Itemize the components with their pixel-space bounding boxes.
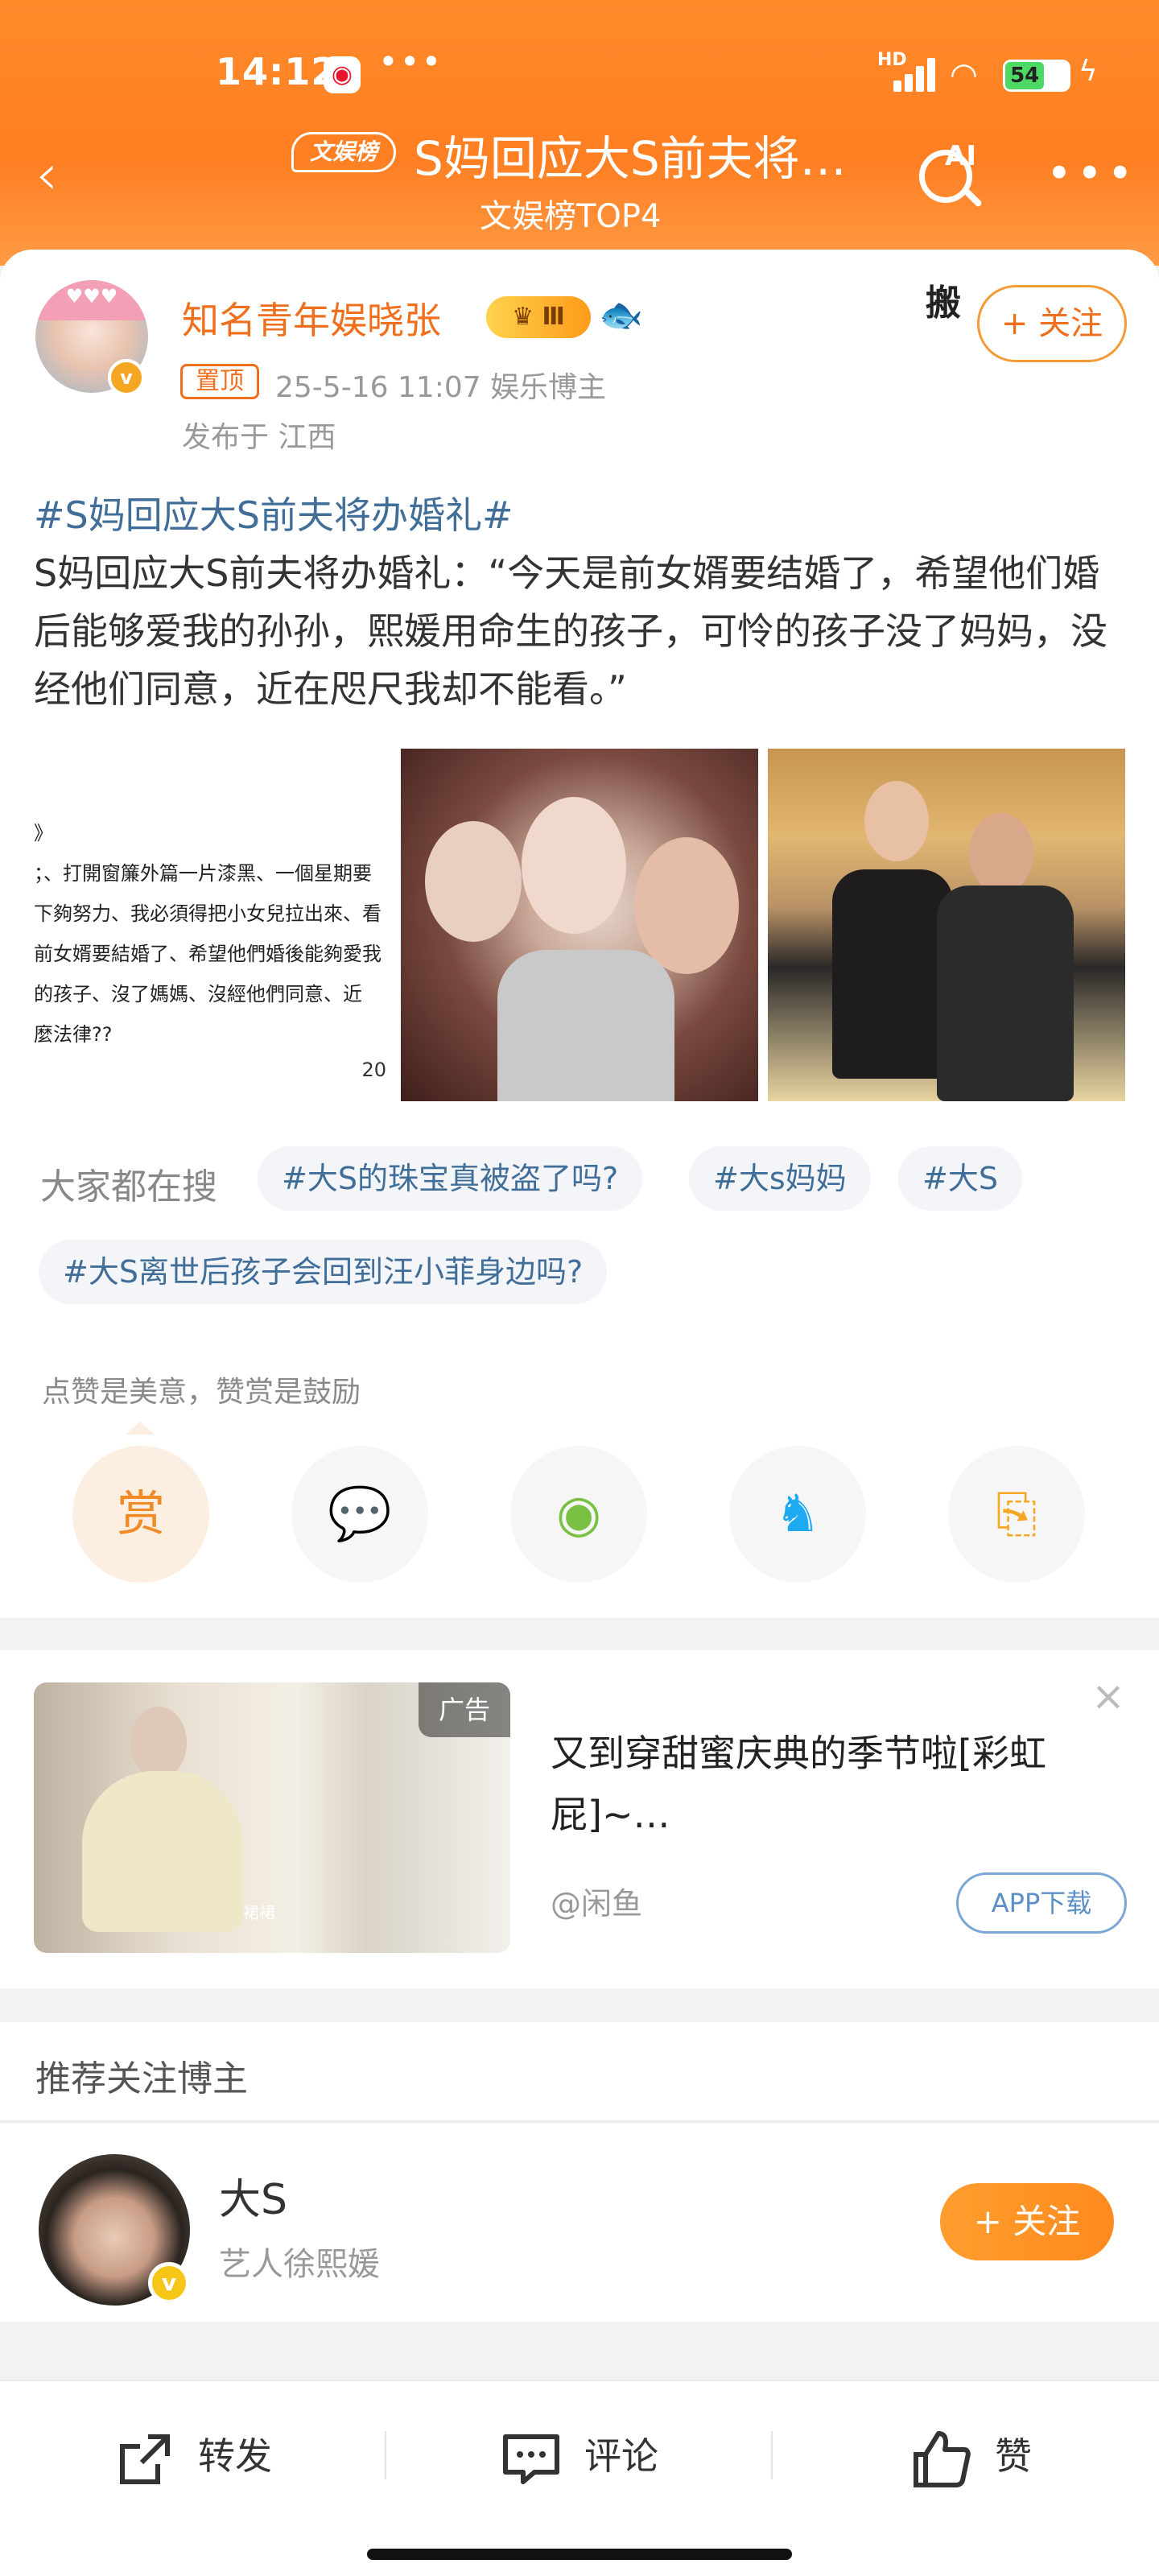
post-body: S妈回应大S前夫将办婚礼：“今天是前女婿要结婚了，希望他们婚后能够爱我的孙孙，熙… xyxy=(34,551,1107,711)
post-image-two-women[interactable] xyxy=(768,749,1125,1101)
like-button[interactable]: 赞 xyxy=(909,2420,1032,2492)
thumbs-up-icon xyxy=(914,2430,971,2487)
recommend-title: 推荐关注博主 xyxy=(35,2058,248,2099)
hot-search-item[interactable]: #大S离世后孩子会回到汪小菲身边吗? xyxy=(39,1240,608,1304)
recommend-follow-button[interactable]: + 关注 xyxy=(940,2183,1114,2260)
post-image-selfie[interactable] xyxy=(401,749,758,1101)
post-meta: 25-5-16 11:07 娱乐博主 xyxy=(275,371,607,404)
hot-search-item[interactable]: #大s妈妈 xyxy=(689,1146,871,1211)
app-download-button[interactable]: APP下载 xyxy=(956,1872,1127,1934)
ranking-tag: 文娱榜 xyxy=(291,132,396,172)
hint-pointer xyxy=(126,1422,155,1435)
verified-icon: v xyxy=(148,2262,190,2304)
hot-search-label: 大家都在搜 xyxy=(40,1166,217,1208)
vip-crown-badge: ♛ Ⅲ xyxy=(486,296,591,338)
hot-search-item[interactable]: #大S xyxy=(898,1146,1022,1211)
ad-image-caption: 裙裙 xyxy=(243,1903,275,1922)
wechat-icon[interactable]: 💬 xyxy=(291,1446,428,1583)
charging-icon: ϟ xyxy=(1079,55,1098,88)
pinned-badge: 置顶 xyxy=(180,364,259,399)
moments-icon[interactable]: ◉ xyxy=(510,1446,647,1583)
post-image-text-screenshot[interactable]: 》 ；、打開窗簾外篇一片漆黑、一個星期要 下夠努力、我必須得把小女兒拉出來、看 … xyxy=(34,749,391,1101)
author-name[interactable]: 知名青年娱晓张 xyxy=(182,291,441,345)
repost-button[interactable]: 转发 xyxy=(113,2420,272,2492)
ad-title[interactable]: 又到穿甜蜜庆典的季节啦[彩虹屁]~… xyxy=(551,1723,1098,1845)
page-title: S妈回应大S前夫将… xyxy=(414,131,847,186)
repost-icon xyxy=(120,2434,170,2484)
reward-button[interactable]: 赏 xyxy=(72,1446,209,1583)
fan-badge-icon: 🐟 xyxy=(599,295,643,336)
ad-tag: 广告 xyxy=(419,1682,510,1737)
weibo-notification-icon: ◉ xyxy=(324,56,361,93)
page-subtitle[interactable]: 文娱榜TOP4 xyxy=(480,190,662,237)
back-chevron-icon[interactable]: ‹ xyxy=(35,147,84,203)
recommend-description: 艺人徐熙媛 xyxy=(219,2246,380,2283)
divider xyxy=(0,2322,1159,2380)
recommend-name[interactable]: 大S xyxy=(219,2165,287,2226)
divider xyxy=(385,2431,386,2479)
wifi-icon: ◠ xyxy=(950,56,978,93)
post-text: #S妈回应大S前夫将办婚礼# S妈回应大S前夫将办婚礼：“今天是前女婿要结婚了，… xyxy=(34,486,1136,718)
divider xyxy=(0,1618,1159,1650)
divider xyxy=(771,2431,773,2479)
comment-button[interactable]: 评论 xyxy=(499,2420,658,2492)
status-time: 14:12 xyxy=(216,50,338,93)
verified-icon: v xyxy=(108,359,145,396)
ad-source: @闲鱼 xyxy=(551,1886,643,1922)
signal-icon xyxy=(893,56,942,92)
close-icon[interactable]: × xyxy=(1091,1673,1125,1719)
follow-button[interactable]: + 关注 xyxy=(977,285,1127,362)
reward-hint: 点赞是美意，赞赏是鼓励 xyxy=(42,1376,361,1409)
battery-icon: 54 xyxy=(1003,60,1070,92)
post-location: 发布于 江西 xyxy=(182,421,336,454)
status-more-icon: ••• xyxy=(378,42,443,81)
post-hashtag[interactable]: #S妈回应大S前夫将办婚礼# xyxy=(34,486,1136,544)
comment-icon xyxy=(503,2434,559,2484)
image-page-number: 20 xyxy=(361,1059,386,1081)
qq-icon[interactable]: ♞ xyxy=(729,1446,866,1583)
ai-search-icon[interactable]: AI xyxy=(914,137,995,217)
divider xyxy=(0,1988,1159,2022)
home-indicator[interactable] xyxy=(367,2549,792,2560)
hot-search-item[interactable]: #大S的珠宝真被盗了吗? xyxy=(258,1146,643,1211)
more-options-icon[interactable]: ••• xyxy=(1046,152,1138,196)
save-image-icon[interactable]: ⎘ xyxy=(948,1446,1085,1583)
battery-level: 54 xyxy=(1005,62,1045,89)
